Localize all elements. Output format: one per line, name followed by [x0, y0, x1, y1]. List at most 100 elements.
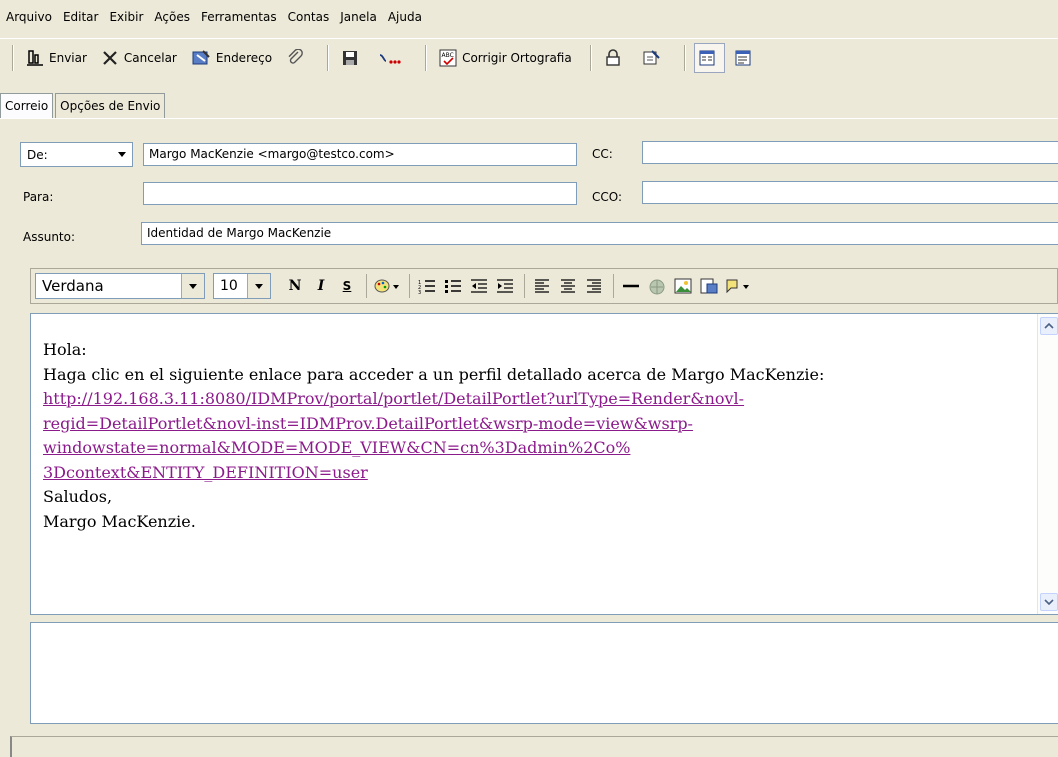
profile-link-line-2[interactable]: regid=DetailPortlet&novl-inst=IDMProv.De…: [43, 412, 1018, 437]
compose-tabs: Correio Opções de Envio: [0, 92, 167, 118]
dropdown-arrow-icon: [189, 284, 197, 289]
subject-field[interactable]: Identidad de Margo MacKenzie: [141, 222, 1058, 245]
scroll-down-button[interactable]: [1040, 593, 1058, 611]
address-book-icon: [192, 49, 210, 64]
indent-icon: [497, 279, 513, 293]
horizontal-line-icon: [623, 284, 639, 288]
size-select[interactable]: 10: [213, 273, 271, 299]
menu-contas[interactable]: Contas: [288, 10, 330, 24]
insert-object-button[interactable]: [723, 274, 753, 298]
color-picker-button[interactable]: [372, 274, 402, 298]
menu-acoes[interactable]: Ações: [154, 10, 190, 24]
bcc-label: CCO:: [592, 190, 623, 204]
digital-signature-icon: [643, 49, 660, 64]
main-toolbar: Enviar Cancelar Endereço ABC Corrigir Or…: [0, 38, 1058, 76]
insert-object-icon: [726, 279, 749, 294]
address-label: Endereço: [215, 50, 273, 65]
to-field[interactable]: [143, 182, 577, 205]
secondary-pane[interactable]: [30, 622, 1058, 724]
intro-text: Haga clic en el siguiente enlace para ac…: [43, 364, 825, 384]
toolbar-separator: [425, 44, 428, 71]
subject-label: Assunto:: [23, 230, 76, 244]
numbered-list-icon: 123: [418, 280, 435, 294]
message-view-icon: [699, 50, 715, 65]
to-label: Para:: [23, 190, 54, 204]
encrypt-button[interactable]: [600, 44, 631, 72]
profile-link-line-4[interactable]: 3Dcontext&ENTITY_DEFINITION=user: [43, 463, 368, 482]
address-button[interactable]: Endereço: [187, 44, 276, 72]
document-image-icon: [700, 278, 718, 294]
menu-janela[interactable]: Janela: [340, 10, 377, 24]
align-left-button[interactable]: [530, 274, 554, 298]
message-body-editor[interactable]: Hola: Haga clic en el siguiente enlace p…: [30, 313, 1058, 615]
align-right-button[interactable]: [582, 274, 606, 298]
chevron-up-icon: [1044, 322, 1054, 329]
cancel-button[interactable]: Cancelar: [97, 44, 181, 72]
view-plain-button[interactable]: [731, 44, 760, 72]
format-separator: [366, 274, 367, 298]
sign-button[interactable]: [637, 44, 670, 72]
signature-button[interactable]: [374, 44, 411, 72]
svg-text:3: 3: [418, 290, 421, 294]
font-dropdown-button[interactable]: [181, 274, 204, 298]
globe-icon: [649, 279, 665, 295]
cancel-icon: [103, 50, 117, 65]
insert-table-button[interactable]: [697, 274, 721, 298]
align-left-icon: [535, 279, 549, 293]
align-center-icon: [561, 279, 575, 293]
menu-exibir[interactable]: Exibir: [109, 10, 143, 24]
bold-icon: N: [288, 278, 302, 294]
toolbar-separator: [683, 44, 686, 71]
menu-editar[interactable]: Editar: [63, 10, 99, 24]
signature-icon: [379, 53, 401, 64]
plain-view-icon: [735, 50, 751, 65]
dropdown-arrow-icon: [118, 152, 126, 157]
font-select[interactable]: Verdana: [35, 273, 205, 299]
bcc-field[interactable]: [642, 181, 1058, 204]
editor-scrollbar[interactable]: [1037, 314, 1058, 614]
view-message-button[interactable]: [693, 42, 725, 73]
italic-button[interactable]: I: [309, 274, 333, 298]
toolbar-separator: [327, 44, 330, 71]
menu-arquivo[interactable]: Arquivo: [6, 10, 52, 24]
bullet-list-icon: [445, 280, 461, 293]
cancel-label: Cancelar: [123, 50, 177, 65]
spell-check-button[interactable]: ABC Corrigir Ortografia: [435, 44, 576, 72]
menu-ferramentas[interactable]: Ferramentas: [201, 10, 277, 24]
insert-image-button[interactable]: [671, 274, 695, 298]
cc-label: CC:: [592, 147, 613, 161]
bold-button[interactable]: N: [283, 274, 307, 298]
lock-icon: [606, 48, 620, 66]
save-draft-button[interactable]: [337, 44, 368, 72]
outdent-icon: [471, 279, 487, 293]
profile-link-line-3[interactable]: windowstate=normal&MODE=MODE_VIEW&CN=cn%…: [43, 436, 1018, 461]
size-dropdown-button[interactable]: [247, 274, 270, 298]
tab-opcoes-de-envio[interactable]: Opções de Envio: [55, 93, 166, 118]
menu-bar: Arquivo Editar Exibir Ações Ferramentas …: [0, 0, 1058, 34]
horizontal-rule-button[interactable]: [619, 274, 643, 298]
bullet-list-button[interactable]: [441, 274, 465, 298]
scroll-up-button[interactable]: [1040, 317, 1058, 335]
numbered-list-button[interactable]: 123: [415, 274, 439, 298]
format-separator: [409, 274, 410, 298]
increase-indent-button[interactable]: [493, 274, 517, 298]
profile-link-line-1[interactable]: http://192.168.3.11:8080/IDMProv/portal/…: [43, 387, 1018, 412]
dropdown-arrow-icon: [255, 284, 263, 289]
send-button[interactable]: Enviar: [22, 44, 91, 72]
spell-check-label: Corrigir Ortografia: [462, 50, 572, 65]
align-center-button[interactable]: [556, 274, 580, 298]
format-separator: [524, 274, 525, 298]
attach-button[interactable]: [282, 44, 313, 72]
from-field[interactable]: Margo MacKenzie <margo@testco.com>: [143, 143, 577, 166]
decrease-indent-button[interactable]: [467, 274, 491, 298]
tab-correio[interactable]: Correio: [0, 93, 54, 118]
menu-ajuda[interactable]: Ajuda: [388, 10, 422, 24]
underline-icon: S: [342, 279, 352, 293]
format-separator: [613, 274, 614, 298]
insert-link-button[interactable]: [645, 274, 669, 298]
send-label: Enviar: [49, 50, 87, 65]
cc-field[interactable]: [642, 141, 1058, 164]
underline-button[interactable]: S: [335, 274, 359, 298]
from-dropdown[interactable]: De:: [20, 142, 133, 167]
chevron-down-icon: [1044, 599, 1054, 606]
